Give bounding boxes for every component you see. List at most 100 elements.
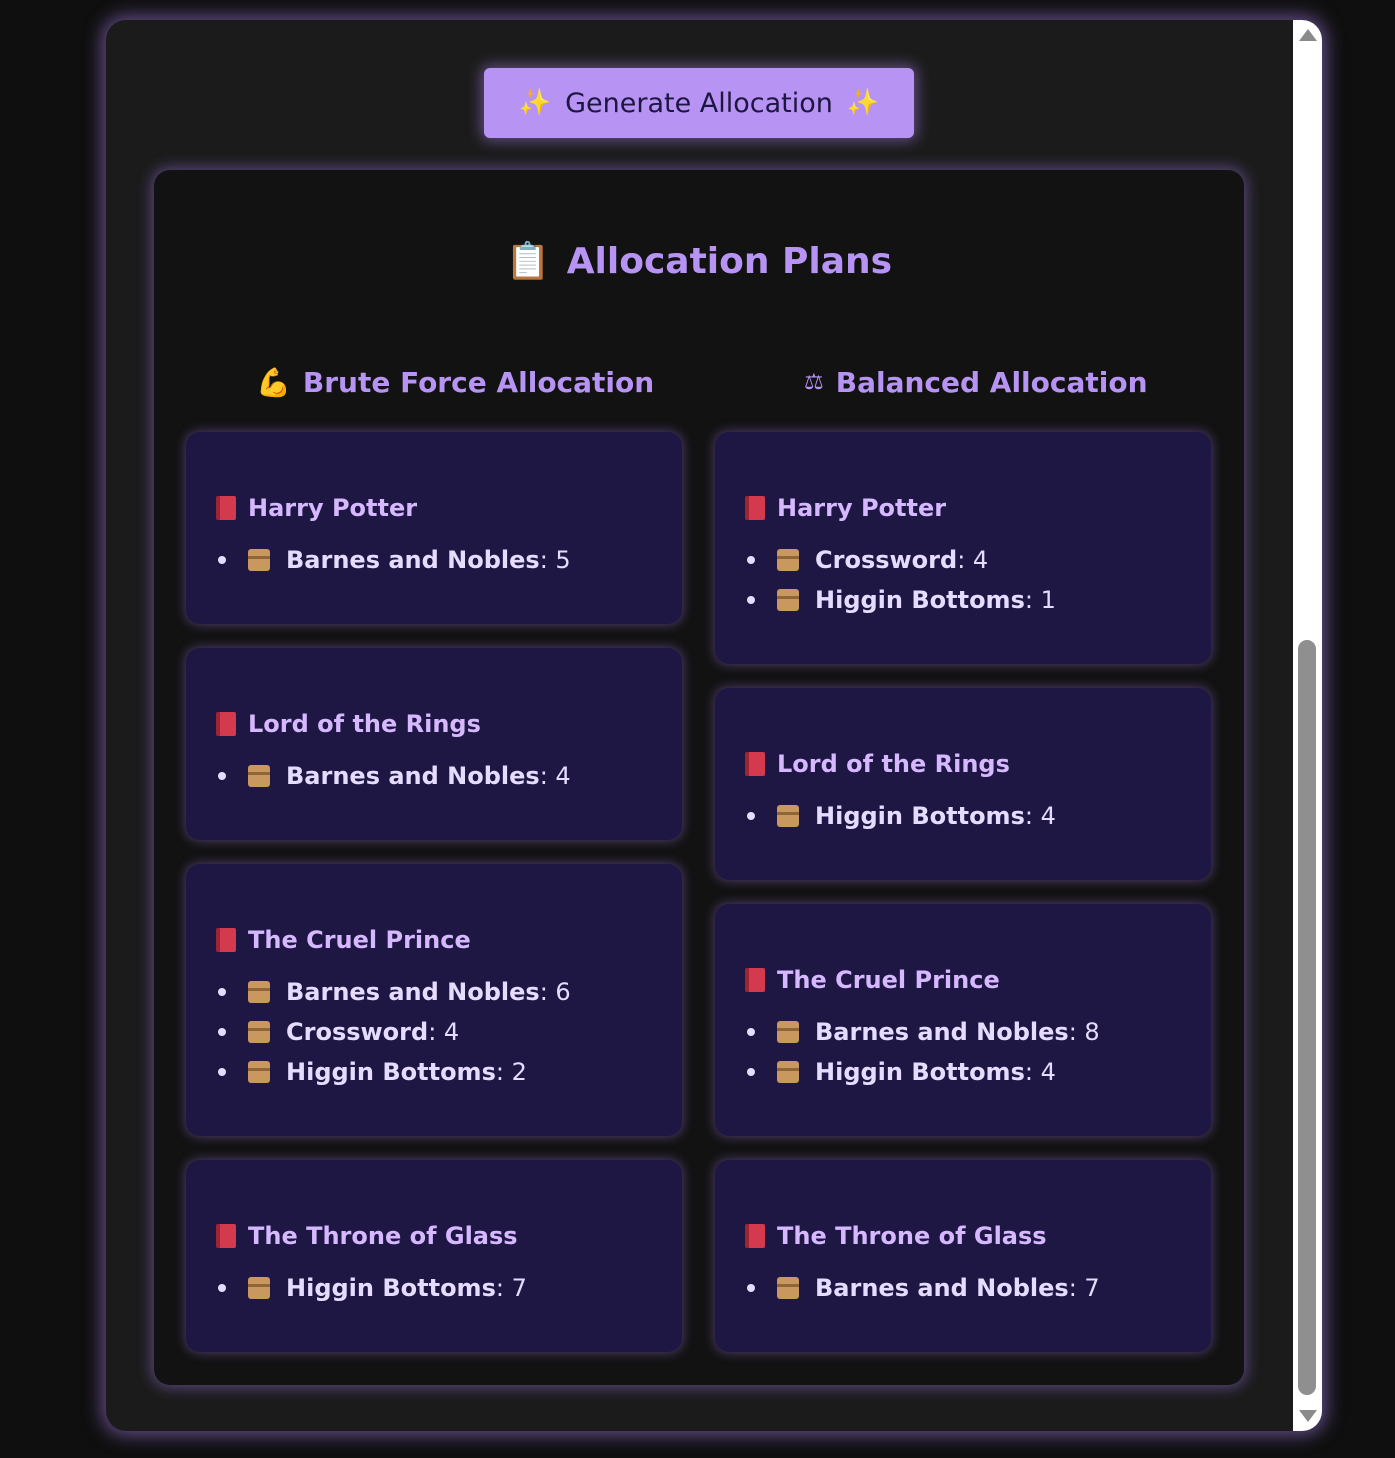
store-name: Barnes and Nobles	[286, 762, 540, 790]
generate-allocation-button[interactable]: ✨ Generate Allocation ✨	[484, 68, 914, 138]
book-title: The Cruel Prince	[745, 966, 1211, 994]
book-title: The Throne of Glass	[745, 1222, 1211, 1250]
book-title-text: The Throne of Glass	[248, 1222, 518, 1250]
list-item: Higgin Bottoms: 4	[745, 796, 1211, 836]
quantity: : 4	[957, 546, 989, 574]
book-title-text: The Throne of Glass	[777, 1222, 1047, 1250]
book-title-text: Lord of the Rings	[248, 710, 481, 738]
book-title-text: Lord of the Rings	[777, 750, 1010, 778]
list-item: Crossword: 4	[216, 1012, 682, 1052]
book-card-brute-the-cruel-prince: The Cruel Prince Barnes and Nobles: 6 Cr…	[186, 864, 682, 1136]
balanced-title: ⚖ Balanced Allocation	[804, 366, 1148, 399]
book-card-balanced-the-throne-of-glass: The Throne of Glass Barnes and Nobles: 7	[715, 1160, 1211, 1352]
store-name: Higgin Bottoms	[815, 1058, 1025, 1086]
package-icon	[248, 1061, 270, 1083]
sparkles-icon: ✨	[518, 88, 552, 118]
quantity: : 4	[1024, 1058, 1056, 1086]
store-name: Barnes and Nobles	[286, 978, 540, 1006]
vertical-scrollbar[interactable]	[1293, 20, 1322, 1431]
package-icon	[777, 1061, 799, 1083]
book-title: Lord of the Rings	[216, 710, 682, 738]
store-name: Crossword	[286, 1018, 429, 1046]
package-icon	[777, 805, 799, 827]
package-icon	[248, 1277, 270, 1299]
allocation-list: Barnes and Nobles: 8 Higgin Bottoms: 4	[745, 1012, 1211, 1092]
panel-title: 📋 Allocation Plans	[154, 240, 1244, 283]
quantity: : 2	[495, 1058, 527, 1086]
book-card-balanced-the-cruel-prince: The Cruel Prince Barnes and Nobles: 8 Hi…	[715, 904, 1211, 1136]
store-name: Barnes and Nobles	[815, 1274, 1069, 1302]
red-book-icon	[216, 1224, 236, 1248]
quantity: : 8	[1068, 1018, 1100, 1046]
sparkles-icon: ✨	[846, 88, 880, 118]
quantity: : 4	[539, 762, 571, 790]
quantity: : 4	[1024, 802, 1056, 830]
book-title-text: The Cruel Prince	[248, 926, 471, 954]
flexed-biceps-icon: 💪	[256, 366, 291, 399]
quantity: : 7	[495, 1274, 527, 1302]
store-name: Higgin Bottoms	[286, 1274, 496, 1302]
package-icon	[248, 981, 270, 1003]
red-book-icon	[745, 752, 765, 776]
red-book-icon	[216, 712, 236, 736]
brute-force-title-text: Brute Force Allocation	[302, 366, 655, 399]
red-book-icon	[745, 968, 765, 992]
package-icon	[248, 765, 270, 787]
panel-title-text: Allocation Plans	[566, 240, 893, 282]
red-book-icon	[745, 496, 765, 520]
balance-scale-icon: ⚖	[804, 370, 824, 395]
list-item: Barnes and Nobles: 4	[216, 756, 682, 796]
book-title-text: The Cruel Prince	[777, 966, 1000, 994]
list-item: Higgin Bottoms: 4	[745, 1052, 1211, 1092]
book-title: The Cruel Prince	[216, 926, 682, 954]
allocation-list: Barnes and Nobles: 7	[745, 1268, 1211, 1308]
list-item: Crossword: 4	[745, 540, 1211, 580]
red-book-icon	[216, 928, 236, 952]
scroll-down-arrow-icon[interactable]	[1299, 1410, 1317, 1422]
package-icon	[777, 1021, 799, 1043]
allocation-list: Higgin Bottoms: 7	[216, 1268, 682, 1308]
allocation-list: Barnes and Nobles: 5	[216, 540, 682, 580]
book-title: Lord of the Rings	[745, 750, 1211, 778]
quantity: : 1	[1024, 586, 1056, 614]
list-item: Barnes and Nobles: 8	[745, 1012, 1211, 1052]
package-icon	[248, 1021, 270, 1043]
scrollbar-thumb[interactable]	[1298, 640, 1316, 1395]
scroll-up-arrow-icon[interactable]	[1299, 29, 1317, 41]
allocation-list: Barnes and Nobles: 4	[216, 756, 682, 796]
list-item: Higgin Bottoms: 2	[216, 1052, 682, 1092]
list-item: Barnes and Nobles: 5	[216, 540, 682, 580]
clipboard-icon: 📋	[505, 241, 551, 282]
allocation-list: Barnes and Nobles: 6 Crossword: 4 Higgin…	[216, 972, 682, 1092]
book-card-brute-the-throne-of-glass: The Throne of Glass Higgin Bottoms: 7	[186, 1160, 682, 1352]
allocation-list: Higgin Bottoms: 4	[745, 796, 1211, 836]
book-title-text: Harry Potter	[248, 494, 418, 522]
list-item: Barnes and Nobles: 6	[216, 972, 682, 1012]
book-card-brute-lord-of-the-rings: Lord of the Rings Barnes and Nobles: 4	[186, 648, 682, 840]
generate-allocation-label: Generate Allocation	[565, 87, 833, 119]
brute-force-title: 💪 Brute Force Allocation	[256, 366, 654, 399]
store-name: Barnes and Nobles	[286, 546, 540, 574]
quantity: : 6	[539, 978, 571, 1006]
balanced-title-text: Balanced Allocation	[835, 366, 1148, 399]
app-container: ✨ Generate Allocation ✨ 📋 Allocation Pla…	[106, 20, 1322, 1431]
package-icon	[777, 549, 799, 571]
book-card-brute-harry-potter: Harry Potter Barnes and Nobles: 5	[186, 432, 682, 624]
store-name: Barnes and Nobles	[815, 1018, 1069, 1046]
quantity: : 4	[428, 1018, 460, 1046]
book-title: Harry Potter	[216, 494, 682, 522]
package-icon	[777, 589, 799, 611]
red-book-icon	[216, 496, 236, 520]
book-card-balanced-harry-potter: Harry Potter Crossword: 4 Higgin Bottoms…	[715, 432, 1211, 664]
store-name: Higgin Bottoms	[815, 802, 1025, 830]
allocation-list: Crossword: 4 Higgin Bottoms: 1	[745, 540, 1211, 620]
book-card-balanced-lord-of-the-rings: Lord of the Rings Higgin Bottoms: 4	[715, 688, 1211, 880]
quantity: : 5	[539, 546, 571, 574]
store-name: Higgin Bottoms	[286, 1058, 496, 1086]
list-item: Higgin Bottoms: 7	[216, 1268, 682, 1308]
book-title-text: Harry Potter	[777, 494, 947, 522]
quantity: : 7	[1068, 1274, 1100, 1302]
red-book-icon	[745, 1224, 765, 1248]
package-icon	[248, 549, 270, 571]
store-name: Crossword	[815, 546, 958, 574]
